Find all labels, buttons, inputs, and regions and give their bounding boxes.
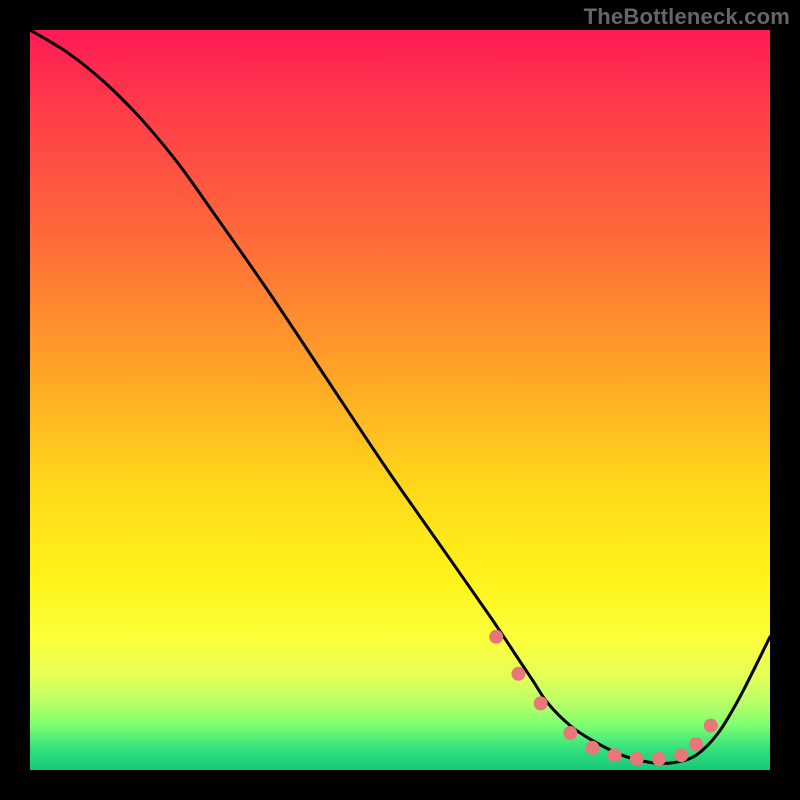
curve-marker (652, 752, 666, 766)
curve-marker (689, 737, 703, 751)
bottleneck-curve (30, 30, 770, 764)
curve-marker (608, 748, 622, 762)
watermark-text: TheBottleneck.com (584, 4, 790, 30)
chart-svg (30, 30, 770, 770)
curve-marker (563, 726, 577, 740)
curve-marker (534, 696, 548, 710)
curve-marker (704, 719, 718, 733)
curve-marker (511, 667, 525, 681)
curve-marker (489, 630, 503, 644)
curve-marker (585, 741, 599, 755)
chart-frame: TheBottleneck.com (0, 0, 800, 800)
curve-marker (630, 752, 644, 766)
plot-area (30, 30, 770, 770)
curve-marker (674, 748, 688, 762)
